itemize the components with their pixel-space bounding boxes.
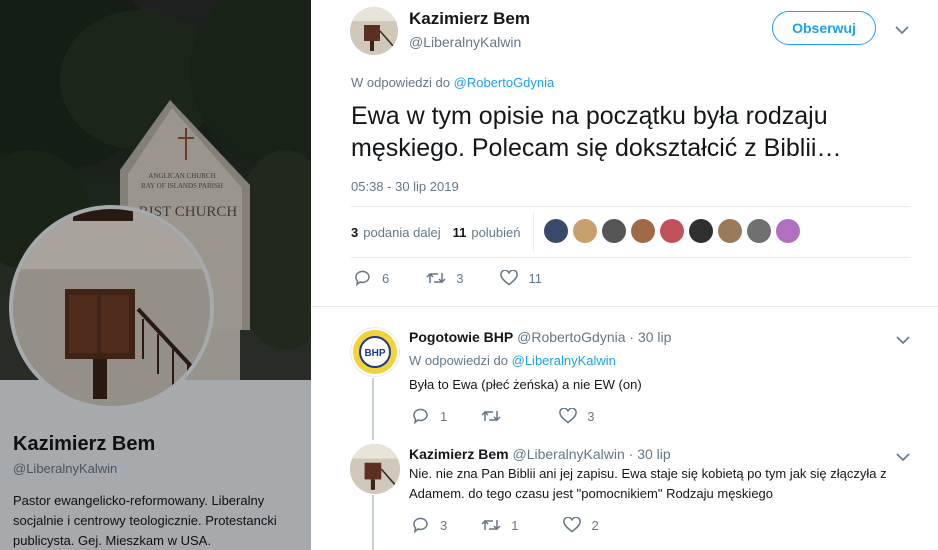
reply-action[interactable]: 6 — [354, 270, 389, 286]
bhp-logo: BHP — [353, 330, 397, 374]
reply-icon — [355, 270, 370, 286]
liker-avatar[interactable] — [775, 218, 800, 243]
bhp-logo-text: BHP — [364, 348, 385, 359]
liker-avatar[interactable] — [630, 218, 655, 243]
retweets-count: 3 — [351, 224, 359, 240]
retweets-label: podania dalej — [363, 224, 441, 240]
liker-avatar[interactable] — [543, 218, 568, 243]
reply-header: Kazimierz Bem @LiberalnyKalwin · 30 lip — [409, 446, 671, 462]
divider — [311, 306, 938, 307]
reply-context: W odpowiedzi do @RobertoGdynia — [351, 75, 554, 90]
chevron-down-icon[interactable] — [896, 332, 910, 350]
reply-author-name[interactable]: Pogotowie BHP — [409, 329, 513, 345]
heart-icon — [559, 408, 577, 424]
modal-backdrop-dim — [0, 0, 311, 550]
reply-avatar[interactable]: BHP — [350, 327, 400, 377]
reply-header: Pogotowie BHP @RobertoGdynia · 30 lip — [409, 329, 671, 345]
likes-label: polubień — [471, 224, 521, 240]
reply-count: 6 — [382, 270, 390, 286]
reply-to-link[interactable]: @LiberalnyKalwin — [512, 353, 616, 368]
liker-avatars — [543, 218, 805, 246]
thread-line — [372, 378, 374, 440]
pulpit-image — [350, 7, 398, 55]
tweet-actions: 6 3 11 — [354, 270, 579, 286]
reply-icon — [413, 517, 428, 533]
reply-prefix: W odpowiedzi do — [409, 353, 508, 368]
follow-button[interactable]: Obserwuj — [772, 11, 876, 45]
reply-count: 3 — [440, 517, 448, 533]
reply-actions: 3 1 2 — [412, 517, 636, 533]
profile-panel: ANGLICAN CHURCH BAY OF ISLANDS PARISH RI… — [0, 0, 311, 550]
like-action[interactable]: 3 — [559, 408, 594, 424]
reply-author-handle[interactable]: @RobertoGdynia — [517, 329, 625, 345]
tweet-text: Ewa w tym opisie na początku była rodzaj… — [351, 102, 842, 162]
reply-action[interactable]: 1 — [412, 408, 447, 424]
retweet-count: 1 — [511, 517, 519, 533]
tweet-timestamp[interactable]: 05:38 - 30 lip 2019 — [351, 179, 459, 194]
retweet-icon — [481, 519, 501, 531]
tweet-author-name[interactable]: Kazimierz Bem — [409, 9, 530, 29]
divider — [351, 257, 911, 258]
heart-icon — [563, 517, 582, 533]
likes-stat[interactable]: 11 polubień — [453, 225, 521, 240]
like-action[interactable]: 11 — [500, 270, 542, 286]
reply-avatar[interactable] — [350, 444, 400, 494]
tweet-author-handle[interactable]: @LiberalnyKalwin — [409, 34, 521, 50]
like-count: 11 — [528, 270, 542, 286]
chevron-down-icon[interactable] — [895, 22, 909, 40]
retweet-action[interactable]: 1 — [481, 518, 518, 533]
reply-date[interactable]: 30 lip — [638, 329, 671, 345]
reply-text: Nie. nie zna Pan Biblii ani jej zapisu. … — [409, 466, 887, 501]
pulpit-image — [350, 444, 400, 494]
liker-avatar[interactable] — [746, 218, 771, 243]
liker-avatar[interactable] — [601, 218, 626, 243]
tweet-author-avatar[interactable] — [350, 7, 398, 55]
liker-avatar[interactable] — [688, 218, 713, 243]
retweet-action[interactable]: 3 — [426, 271, 463, 286]
reply-actions: 1 3 — [412, 408, 631, 424]
liker-avatar[interactable] — [572, 218, 597, 243]
reply-action[interactable]: 3 — [412, 517, 447, 533]
heart-icon — [500, 270, 519, 286]
reply-date[interactable]: 30 lip — [637, 446, 670, 462]
reply-to-link[interactable]: @RobertoGdynia — [454, 75, 555, 90]
like-count: 2 — [591, 517, 599, 533]
retweet-count: 3 — [456, 270, 464, 286]
likes-count: 11 — [452, 224, 467, 240]
reply-author-name[interactable]: Kazimierz Bem — [409, 446, 509, 462]
like-action[interactable]: 2 — [563, 517, 599, 533]
reply-context: W odpowiedzi do @LiberalnyKalwin — [409, 353, 616, 368]
retweet-icon — [481, 410, 501, 422]
retweets-stat[interactable]: 3 podania dalej — [351, 225, 441, 240]
tweet-detail: Kazimierz Bem @LiberalnyKalwin Obserwuj … — [311, 0, 938, 550]
thread-line — [372, 495, 374, 550]
like-count: 3 — [587, 408, 595, 424]
reply-prefix: W odpowiedzi do — [351, 75, 450, 90]
dot-separator: · — [628, 446, 634, 462]
retweet-icon — [426, 272, 446, 284]
tweet-stats: 3 podania dalej 11 polubień — [351, 213, 805, 251]
reply-text: Była to Ewa (płeć żeńska) a nie EW (on) — [409, 377, 642, 392]
reply-count: 1 — [440, 408, 448, 424]
divider — [351, 206, 911, 207]
dot-separator: · — [629, 329, 635, 345]
reply-icon — [413, 408, 428, 424]
liker-avatar[interactable] — [659, 218, 684, 243]
reply-author-handle[interactable]: @LiberalnyKalwin — [512, 446, 624, 462]
liker-avatar[interactable] — [717, 218, 742, 243]
retweet-action[interactable] — [481, 409, 511, 423]
stats-separator — [532, 213, 534, 251]
